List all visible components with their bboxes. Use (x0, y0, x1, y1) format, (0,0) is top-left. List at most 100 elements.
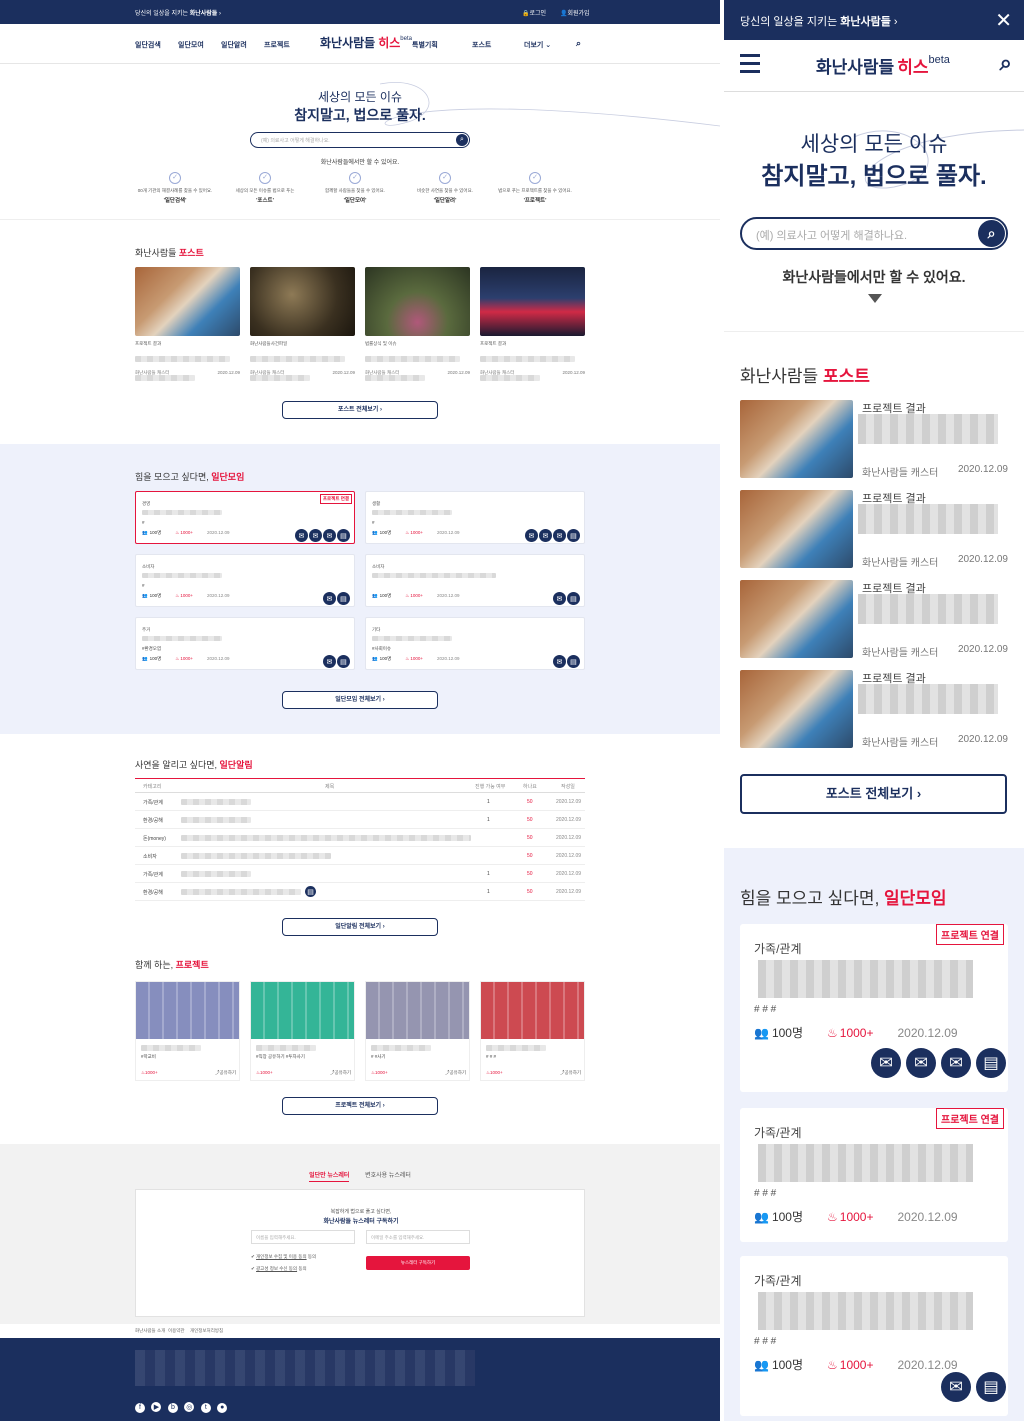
agree-privacy-checkbox[interactable]: ✔ 개인정보 수집 및 이용 동의 동의 (251, 1254, 316, 1260)
table-row[interactable]: 소비자 50 2020.12.09 (135, 847, 585, 865)
gather-card[interactable]: 프로젝트 연결 경영 # 👥 100명 ♨1000+ 2020.12.09 ✉ ✉ ✉ ▤ (135, 491, 355, 544)
nav-item-special[interactable]: 특별기획 (412, 40, 438, 50)
mobile-gather-card[interactable]: 프로젝트 연결 가족/관계 # # # 👥 100명 ♨ 1000+ 2020.12.09 (740, 1108, 1008, 1242)
feature-item[interactable]: ✓ 비슷한 사연을 찾을 수 있어요. '일단알려' (395, 172, 495, 204)
document-icon[interactable]: ▤ (567, 529, 580, 542)
nav-item-search[interactable]: 일단검색 (135, 40, 161, 50)
nav-item-alert[interactable]: 일단알려 (221, 40, 247, 50)
blog-icon[interactable]: b (167, 1402, 178, 1413)
document-icon[interactable]: ▤ (337, 592, 350, 605)
download-icon[interactable]: ✉ (553, 592, 566, 605)
facebook-icon[interactable]: f (135, 1402, 145, 1413)
gather-card[interactable]: 생활 # 👥 100명 ♨1000+ 2020.12.09 ✉ ✉ ✉ ▤ (365, 491, 585, 544)
download-icon[interactable]: ✉ (323, 592, 336, 605)
download-icon[interactable]: ✉ (323, 655, 336, 668)
message-icon[interactable]: ✉ (941, 1048, 971, 1078)
nav-item-post[interactable]: 포스트 (472, 40, 491, 50)
mobile-search-box[interactable]: (예) 의료사고 어떻게 해결하나요. ⌕ (740, 217, 1008, 250)
feature-item[interactable]: ✓ 법으로 푸는 프로젝트를 찾을 수 있어요. '프로젝트' (485, 172, 585, 204)
top-notice-link[interactable]: 당신의 일상을 지키는 화난사람들 › (135, 8, 221, 17)
feature-item[interactable]: ✓ 함께할 사람들을 찾을 수 있어요. '일단모여' (305, 172, 405, 204)
projects-more-button[interactable]: 프로젝트 전체보기 › (282, 1097, 438, 1115)
close-icon[interactable]: ✕ (995, 8, 1012, 33)
share-button[interactable]: ⤴공유하기 (330, 1070, 351, 1076)
youtube-icon[interactable]: ▶ (151, 1402, 162, 1412)
document-icon[interactable]: ▤ (337, 655, 350, 668)
download-icon[interactable]: ✉ (539, 529, 552, 542)
table-row[interactable]: 환경/공해 ▤ 1 50 2020.12.09 (135, 883, 585, 901)
table-row[interactable]: 가족/관계 1 50 2020.12.09 (135, 793, 585, 811)
mobile-post-card[interactable]: 프로젝트 결과 화난사람들 캐스터 2020.12.09 (740, 580, 1008, 659)
project-card[interactable]: # #사기 ♨1000+ ⤴공유하기 (365, 981, 470, 1081)
mobile-search-submit-icon[interactable]: ⌕ (978, 220, 1005, 247)
kakao-icon[interactable]: ● (217, 1402, 228, 1413)
gather-card[interactable]: 소비자 👥 100명 ♨1000+ 2020.12.09 ✉ ▤ (365, 554, 585, 607)
gather-card[interactable]: 기타 #사회이슈 👥 100명 ♨1000+ 2020.12.09 ✉ ▤ (365, 617, 585, 670)
share-button[interactable]: ⤴공유하기 (215, 1070, 236, 1076)
nav-more[interactable]: 더보기 ⌄ (524, 40, 551, 50)
newsletter-email-input[interactable]: 이메일 주소를 입력해주세요. (366, 1230, 470, 1244)
signup-link[interactable]: 👤회원가입 (560, 8, 590, 17)
download-icon[interactable]: ✉ (906, 1048, 936, 1078)
login-link[interactable]: 🔒로그인 (522, 8, 546, 17)
mobile-gather-card[interactable]: 프로젝트 연결 가족/관계 # # # 👥 100명 ♨ 1000+ 2020.12.09 ✉ ✉… (740, 924, 1008, 1092)
mobile-post-card[interactable]: 프로젝트 결과 화난사람들 캐스터 2020.12.09 (740, 490, 1008, 569)
mobile-post-card[interactable]: 프로젝트 결과 화난사람들 캐스터 2020.12.09 (740, 670, 1008, 749)
mobile-posts-more-button[interactable]: 포스트 전체보기 › (740, 774, 1007, 814)
posts-more-button[interactable]: 포스트 전체보기 › (282, 401, 438, 419)
table-row[interactable]: 환경/공해 1 50 2020.12.09 (135, 811, 585, 829)
mobile-post-card[interactable]: 프로젝트 결과 화난사람들 캐스터 2020.12.09 (740, 400, 1008, 479)
logo[interactable]: 화난사람들 히스beta (320, 34, 412, 51)
message-icon[interactable]: ✉ (323, 529, 336, 542)
subscribe-button[interactable]: 뉴스레터 구독하기 (366, 1256, 470, 1270)
post-card[interactable]: 프로젝트 결과 화난사람들 캐스터 2020.12.09 (480, 267, 585, 383)
document-icon[interactable]: ▤ (567, 655, 580, 668)
share-button[interactable]: ⤴공유하기 (560, 1070, 581, 1076)
table-row[interactable]: 가족/관계 1 50 2020.12.09 (135, 865, 585, 883)
mobile-search-input[interactable]: (예) 의료사고 어떻게 해결하나요. (756, 227, 907, 243)
download-icon[interactable]: ✉ (309, 529, 322, 542)
project-card[interactable]: #학교비 ♨1000+ ⤴공유하기 (135, 981, 240, 1081)
search-submit-icon[interactable]: ⌕ (456, 134, 468, 146)
mail-icon[interactable]: ✉ (871, 1048, 901, 1078)
gather-more-button[interactable]: 일단모임 전체보기 › (282, 691, 438, 709)
footer-link-terms[interactable]: 이용약관 (168, 1328, 185, 1334)
hero-search-input[interactable]: (예) 의료사고 어떻게 해결하나요. (261, 137, 330, 144)
feature-item[interactable]: ✓ 세상의 모든 이슈를 법으로 푸는 '포스트' (215, 172, 315, 204)
mobile-logo[interactable]: 화난사람들 히스beta (816, 53, 950, 78)
nav-item-project[interactable]: 프로젝트 (264, 40, 290, 50)
document-icon[interactable]: ▤ (337, 529, 350, 542)
instagram-icon[interactable]: ◎ (184, 1402, 195, 1412)
footer-link-about[interactable]: 화난사람들 소개 (135, 1328, 165, 1334)
post-card[interactable]: 프로젝트 결과 화난사람들 캐스터 2020.12.09 (135, 267, 240, 383)
project-card[interactable]: #직장 공유하기 #투자사기 ♨1000+ ⤴공유하기 (250, 981, 355, 1081)
mail-icon[interactable]: ✉ (525, 529, 538, 542)
mail-icon[interactable]: ✉ (295, 529, 308, 542)
search-icon[interactable]: ⌕ (576, 38, 581, 49)
gather-card[interactable]: 주거 #환경오염 👥 100명 ♨1000+ 2020.12.09 ✉ ▤ (135, 617, 355, 670)
alert-more-button[interactable]: 일단알림 전체보기 › (282, 918, 438, 936)
newsletter-name-input[interactable]: 이름을 입력해주세요. (251, 1230, 355, 1244)
tab-lawyer-newsletter[interactable]: 변호사용 뉴스레터 (365, 1173, 411, 1179)
post-card[interactable]: 화난사람들사건파일 화난사람들 캐스터 2020.12.09 (250, 267, 355, 383)
download-icon[interactable]: ✉ (941, 1372, 971, 1402)
table-row[interactable]: 돈(money) 50 2020.12.09 (135, 829, 585, 847)
mobile-search-icon[interactable]: ⌕ (1000, 50, 1012, 76)
gather-card[interactable]: 소비자 # 👥 100명 ♨1000+ 2020.12.09 ✉ ▤ (135, 554, 355, 607)
footer-link-privacy[interactable]: 개인정보처리방침 (190, 1328, 223, 1334)
hero-search-box[interactable]: (예) 의료사고 어떻게 해결하나요. ⌕ (250, 132, 470, 148)
nav-item-gather[interactable]: 일단모여 (178, 40, 204, 50)
mobile-gather-card[interactable]: 가족/관계 # # # 👥 100명 ♨ 1000+ 2020.12.09 ✉ ▤ (740, 1256, 1008, 1416)
share-button[interactable]: ⤴공유하기 (445, 1070, 466, 1076)
post-card[interactable]: 법률상식 및 이슈 화난사람들 캐스터 2020.12.09 (365, 267, 470, 383)
agree-ad-checkbox[interactable]: ✔ 광고성 정보 수신 동의 동의 (251, 1266, 307, 1272)
twitter-icon[interactable]: t (200, 1402, 211, 1413)
document-icon[interactable]: ▤ (976, 1048, 1006, 1078)
message-icon[interactable]: ✉ (553, 529, 566, 542)
menu-icon[interactable] (740, 54, 760, 73)
tab-user-newsletter[interactable]: 일단만 뉴스레터 (309, 1173, 350, 1182)
document-icon[interactable]: ▤ (567, 592, 580, 605)
feature-item[interactable]: ✓ 00개 기관의 해결사례를 찾을 수 있어요. '일단검색' (125, 172, 225, 204)
project-card[interactable]: # # # ♨1000+ ⤴공유하기 (480, 981, 585, 1081)
document-icon[interactable]: ▤ (976, 1372, 1006, 1402)
